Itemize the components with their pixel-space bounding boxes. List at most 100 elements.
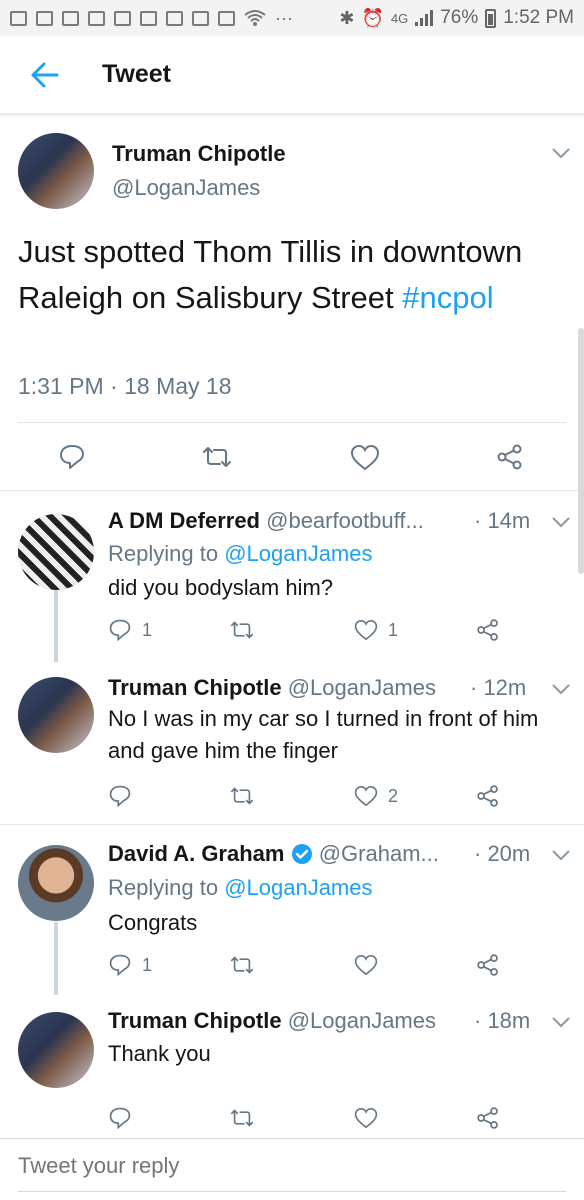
avatar[interactable] (18, 133, 94, 209)
heart-icon (354, 954, 378, 976)
battery-percent: 76% (440, 7, 479, 28)
like-count: 1 (388, 619, 399, 640)
retweet-icon (230, 1109, 254, 1127)
share-button[interactable] (496, 443, 524, 471)
reply-icon (60, 445, 84, 469)
avatar[interactable] (18, 1012, 94, 1088)
top-app-bar: Tweet (0, 36, 584, 114)
tweet-timestamp: 1:31 PM · 18 May 18 (18, 373, 232, 399)
like-count: 2 (388, 785, 399, 806)
reply-author[interactable]: A DM Deferred @bearfootbuff... (108, 508, 424, 534)
clock: 1:52 PM (503, 7, 574, 28)
reply-author[interactable]: David A. Graham @Graham... (108, 841, 439, 867)
tweet-text: Just spotted Thom Tillis in downtown Ral… (18, 229, 558, 321)
share-icon (497, 444, 522, 470)
back-button[interactable] (0, 36, 90, 114)
author-handle: @LoganJames (287, 675, 436, 700)
retweet-icon (230, 787, 254, 805)
scrollbar[interactable] (578, 328, 584, 574)
chevron-down-icon[interactable] (550, 847, 572, 863)
reply-button[interactable] (108, 1106, 132, 1130)
input-underline (18, 1191, 566, 1192)
author-name: Truman Chipotle (108, 675, 282, 700)
share-button[interactable] (476, 1106, 500, 1130)
replying-prefix: Replying to (108, 541, 225, 566)
reply-tweet[interactable]: A DM Deferred @bearfootbuff... · 14m Rep… (0, 492, 584, 662)
like-button[interactable] (354, 954, 378, 976)
youtube-icon (192, 10, 209, 26)
wifi-icon (244, 10, 266, 26)
reply-icon (109, 619, 131, 642)
hashtag-link[interactable]: #ncpol (402, 280, 493, 315)
like-button[interactable]: 2 (354, 785, 398, 807)
avatar[interactable] (18, 514, 94, 590)
reply-button[interactable]: 1 (108, 618, 152, 642)
reply-text: No I was in my car so I turned in front … (108, 706, 539, 763)
reply-tweet[interactable]: Truman Chipotle @LoganJames · 12m No I w… (0, 657, 584, 824)
reply-composer (0, 1138, 584, 1200)
thread-line (54, 587, 58, 662)
author-name: A DM Deferred (108, 508, 260, 533)
reply-tweet[interactable]: Truman Chipotle @LoganJames · 18m Thank … (0, 990, 584, 1138)
share-button[interactable] (476, 953, 500, 977)
reply-text: did you bodyslam him? (108, 575, 334, 600)
chevron-down-icon[interactable] (550, 1014, 572, 1030)
replying-to: Replying to @LoganJames (108, 875, 373, 901)
notification-icon (10, 10, 27, 26)
image-icon (218, 10, 235, 26)
author-handle: @LoganJames (287, 1008, 436, 1033)
reply-icon (109, 1107, 131, 1130)
notification-icon (62, 10, 79, 26)
retweet-button[interactable] (228, 620, 256, 640)
reply-icon (109, 785, 131, 808)
reply-time: · 20m (474, 841, 531, 866)
chevron-down-icon[interactable] (550, 145, 572, 161)
reply-button[interactable]: 1 (108, 953, 152, 977)
network-type: 4G (390, 10, 409, 26)
page-title: Tweet (102, 60, 171, 88)
mail-icon (140, 10, 157, 26)
author-name[interactable]: Truman Chipotle (112, 141, 286, 167)
retweet-button[interactable] (228, 955, 256, 975)
author-handle[interactable]: @LoganJames (112, 175, 260, 201)
reply-author[interactable]: Truman Chipotle @LoganJames (108, 1008, 436, 1034)
author-name: Truman Chipotle (108, 1008, 282, 1033)
verified-badge-icon (291, 844, 312, 864)
reply-button[interactable] (108, 784, 132, 808)
like-button[interactable] (354, 1107, 378, 1129)
like-button[interactable]: 1 (354, 619, 398, 641)
reply-button[interactable] (58, 443, 86, 471)
avatar[interactable] (18, 845, 94, 921)
share-button[interactable] (476, 784, 500, 808)
mail-icon (166, 10, 183, 26)
divider (18, 422, 566, 423)
reply-time: · 14m (474, 508, 531, 533)
heart-icon (350, 444, 380, 471)
retweet-icon (203, 447, 231, 467)
reply-input[interactable] (18, 1153, 558, 1179)
mention-link[interactable]: @LoganJames (224, 875, 372, 900)
retweet-button[interactable] (228, 1108, 256, 1128)
heart-icon (354, 1107, 378, 1129)
reply-count: 1 (142, 954, 153, 975)
retweet-icon (230, 956, 254, 974)
retweet-icon (230, 621, 254, 639)
chevron-down-icon[interactable] (550, 681, 572, 697)
share-button[interactable] (476, 618, 500, 642)
main-tweet: Truman Chipotle @LoganJames Just spotted… (0, 115, 584, 491)
avatar[interactable] (18, 677, 94, 753)
mention-link[interactable]: @LoganJames (224, 541, 372, 566)
retweet-button[interactable] (200, 445, 234, 469)
reply-author[interactable]: Truman Chipotle @LoganJames (108, 675, 436, 701)
author-name: David A. Graham (108, 841, 285, 866)
heart-icon (354, 619, 378, 641)
reply-text: Thank you (108, 1041, 211, 1066)
reply-tweet[interactable]: David A. Graham @Graham... · 20m Replyin… (0, 825, 584, 995)
reply-time: · 12m (470, 675, 527, 700)
retweet-button[interactable] (228, 786, 256, 806)
mail-icon (114, 10, 131, 26)
chevron-down-icon[interactable] (550, 514, 572, 530)
arrow-left-icon (31, 62, 59, 87)
like-button[interactable] (350, 444, 380, 471)
mail-icon (88, 10, 105, 26)
